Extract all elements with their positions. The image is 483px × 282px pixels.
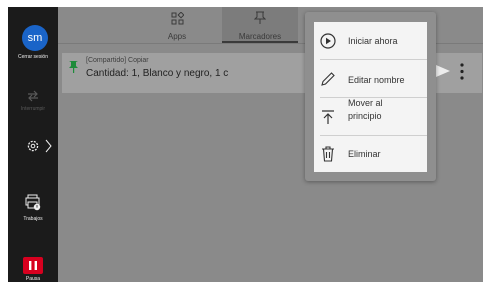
menu-item-edit-name[interactable]: Editar nombre — [314, 60, 427, 97]
menu-item-delete[interactable]: Eliminar — [314, 136, 427, 172]
tab-apps[interactable]: Apps — [140, 7, 214, 43]
play-circle-icon — [320, 33, 336, 49]
sidebar: sm Cerrar sesión Interrumpir Trabajos Pa… — [8, 7, 58, 282]
interrupt-icon[interactable] — [25, 88, 41, 104]
menu-item-edit-name-label: Editar nombre — [348, 75, 405, 85]
tab-apps-label: Apps — [167, 32, 187, 41]
more-options-icon[interactable] — [460, 63, 464, 80]
jobs-label: Trabajos — [23, 216, 43, 222]
pin-icon — [69, 61, 78, 73]
pause-button[interactable] — [23, 257, 43, 274]
avatar[interactable]: sm — [22, 25, 48, 51]
tab-bookmarks-label: Marcadores — [238, 32, 282, 41]
trash-icon — [322, 146, 334, 162]
chevron-right-icon[interactable] — [44, 138, 52, 154]
menu-item-delete-label: Eliminar — [348, 149, 381, 159]
popup-pointer — [436, 65, 450, 77]
menu-item-move-to-top[interactable]: Mover al principio — [314, 98, 427, 135]
menu-item-start-now-label: Iniciar ahora — [348, 36, 398, 46]
settings-icon[interactable] — [25, 138, 41, 154]
menu-item-move-to-top-label-1: Mover al — [348, 98, 383, 108]
menu-item-start-now[interactable]: Iniciar ahora — [314, 22, 427, 59]
bookmark-details: Cantidad: 1, Blanco y negro, 1 c — [86, 68, 229, 79]
tab-bookmarks[interactable]: Marcadores — [222, 7, 298, 43]
menu-item-move-to-top-label-2: principio — [348, 111, 382, 121]
logout-label[interactable]: Cerrar sesión — [8, 54, 58, 60]
bookmark-title: [Compartido] Copiar — [86, 57, 149, 64]
pause-icon — [29, 261, 37, 270]
pin-icon — [254, 11, 266, 24]
screen: sm Cerrar sesión Interrumpir Trabajos Pa… — [0, 0, 483, 282]
interrupt-label: Interrumpir — [20, 106, 46, 112]
context-menu: Iniciar ahora Editar nombre Mover al pri… — [305, 12, 436, 181]
pause-label: Pausa — [25, 276, 41, 282]
apps-icon — [171, 12, 184, 25]
pencil-icon — [321, 72, 335, 86]
move-to-top-icon — [322, 110, 334, 124]
context-menu-card: Iniciar ahora Editar nombre Mover al pri… — [314, 22, 427, 172]
jobs-icon[interactable] — [25, 194, 41, 212]
